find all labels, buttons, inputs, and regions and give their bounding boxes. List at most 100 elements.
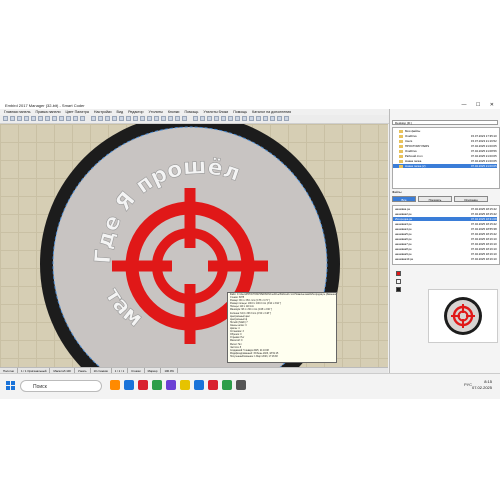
thread-color-swatch[interactable] <box>396 279 401 284</box>
taskbar-app-icon[interactable] <box>180 380 190 390</box>
toolbar-button[interactable] <box>235 116 240 121</box>
windows-start-icon[interactable] <box>6 381 15 390</box>
toolbar-button[interactable] <box>284 116 289 121</box>
taskbar-app-icon[interactable] <box>166 380 176 390</box>
toolbar-button[interactable] <box>193 116 198 121</box>
toolbar-button[interactable] <box>24 116 29 121</box>
design-canvas[interactable]: Где Я прошёл там Файл: C:\Users\ПРОСТОМУ… <box>0 124 388 367</box>
taskbar-search[interactable]: Поиск <box>20 380 102 392</box>
folder-tree-item[interactable]: Новая папка 07.02.2025 21:00:05 <box>393 159 497 163</box>
toolbar-button[interactable] <box>161 116 166 121</box>
toolbar-button[interactable] <box>270 116 275 121</box>
menu-item[interactable]: Правка панели <box>35 110 60 114</box>
menu-item[interactable]: Помощь <box>184 110 198 114</box>
toolbar-button[interactable] <box>221 116 226 121</box>
file-row[interactable]: нашивка8.pe 07.02.2025 18:16:10 <box>393 247 497 251</box>
taskbar-app-icon[interactable] <box>124 380 134 390</box>
file-row[interactable]: нашивка4.pe 07.02.2025 18:55:38 <box>393 227 497 231</box>
tab-files[interactable]: Файлы <box>392 189 498 195</box>
folder-tree-item[interactable]: OneDrive 15.07.2023 17:35:10 <box>393 134 497 138</box>
folder-tree-item[interactable]: Мои файлы <box>393 129 497 133</box>
file-list[interactable]: нашивка.pe 07.02.2025 18:15:42 нашивка2.pe… <box>392 205 500 265</box>
taskbar-app-icon[interactable] <box>236 380 246 390</box>
toolbar-button[interactable] <box>112 116 117 121</box>
toolbar-button[interactable] <box>207 116 212 121</box>
menu-item[interactable]: Главная панель <box>4 110 30 114</box>
menu-item[interactable]: Каталог на дополнения <box>252 110 291 114</box>
toolbar-button[interactable] <box>277 116 282 121</box>
file-row[interactable]: нашивка5.pe 07.02.2025 18:15:42 <box>393 232 497 236</box>
toolbar-button[interactable] <box>52 116 57 121</box>
file-row[interactable]: нашивка2.pe 07.02.2025 18:15:42 <box>393 212 497 216</box>
toolbar-button[interactable] <box>105 116 110 121</box>
taskbar-app-icon[interactable] <box>194 380 204 390</box>
menu-item[interactable]: Кнопки <box>168 110 180 114</box>
menu-item[interactable]: Цвет Палитра <box>66 110 89 114</box>
toolbar-button[interactable] <box>98 116 103 121</box>
toolbar-button[interactable] <box>91 116 96 121</box>
toolbar-button[interactable] <box>168 116 173 121</box>
all-button[interactable]: Все <box>392 196 416 202</box>
file-row[interactable]: Изгородка.pe 07.02.2025 18:31:08 <box>393 217 497 221</box>
toolbar-button[interactable] <box>66 116 71 121</box>
folder-tree[interactable]: Мои файлы OneDrive 15.07.2023 17:35:10 User… <box>392 127 500 189</box>
folder-tree-item[interactable]: Новая папка (2) 07.02.2025 21:00:05 <box>393 164 497 168</box>
toolbar-button[interactable] <box>200 116 205 121</box>
toolbar-button[interactable] <box>38 116 43 121</box>
toolbar-button[interactable] <box>80 116 85 121</box>
folder-tree-item[interactable]: OneDrive 07.02.2025 21:08:56 <box>393 149 497 153</box>
file-row[interactable]: нашивка9.pe 07.02.2025 18:16:10 <box>393 252 497 256</box>
folder-tree-item[interactable]: Users 15.07.2023 21:16:52 <box>393 139 497 143</box>
menu-item[interactable]: Редактор <box>128 110 143 114</box>
thread-color-swatch[interactable] <box>396 287 401 292</box>
toolbar-button[interactable] <box>133 116 138 121</box>
taskbar-app-icon[interactable] <box>110 380 120 390</box>
toolbar-button[interactable] <box>140 116 145 121</box>
toolbar-button[interactable] <box>154 116 159 121</box>
toolbar-button[interactable] <box>119 116 124 121</box>
file-row[interactable]: нашивка6.pe 07.02.2025 18:16:10 <box>393 237 497 241</box>
file-row[interactable]: нашивка.pe 07.02.2025 18:15:42 <box>393 207 497 211</box>
toolbar-button[interactable] <box>73 116 78 121</box>
toolbar-button[interactable] <box>147 116 152 121</box>
description-button[interactable]: Описание <box>454 196 488 202</box>
toolbar-button[interactable] <box>45 116 50 121</box>
taskbar-app-icon[interactable] <box>138 380 148 390</box>
taskbar-app-icon[interactable] <box>222 380 232 390</box>
menu-item[interactable]: Утилиты <box>149 110 163 114</box>
tooltip-line: Полученный/изменён: 1 Март 2023, 17:16:3… <box>230 355 278 358</box>
taskbar-clock[interactable]: 8:15 07.02.2025 <box>472 379 492 390</box>
thread-color-swatch[interactable] <box>396 271 401 276</box>
folder-tree-item[interactable]: ПРОСТОМУ PERS 07.02.2025 21:00:05 <box>393 144 497 148</box>
menu-item[interactable]: Настройки <box>94 110 112 114</box>
menu-item[interactable]: Утилиты блоки <box>203 110 228 114</box>
toolbar-button[interactable] <box>175 116 180 121</box>
file-row[interactable]: нашивка7.pe 07.02.2025 18:16:10 <box>393 242 497 246</box>
toolbar-button[interactable] <box>249 116 254 121</box>
toolbar-button[interactable] <box>256 116 261 121</box>
taskbar-app-icon[interactable] <box>208 380 218 390</box>
toolbar-button[interactable] <box>263 116 268 121</box>
language-indicator[interactable]: РУС <box>464 382 472 387</box>
show-button[interactable]: Показать <box>418 196 452 202</box>
toolbar-button[interactable] <box>126 116 131 121</box>
toolbar-button[interactable] <box>31 116 36 121</box>
file-row[interactable]: нашивка10.pe 07.02.2025 18:16:10 <box>393 257 497 261</box>
file-row[interactable]: нашивка3.pe 07.02.2025 18:15:42 <box>393 222 497 226</box>
path-dropdown[interactable]: Desktop (D:) <box>392 120 498 125</box>
toolbar-button[interactable] <box>214 116 219 121</box>
toolbar-button[interactable] <box>3 116 8 121</box>
toolbar-button[interactable] <box>59 116 64 121</box>
file-date: 07.02.2025 18:16:10 <box>471 247 497 251</box>
menu-item[interactable]: Помощь <box>233 110 247 114</box>
menu-item[interactable]: Вид <box>117 110 124 114</box>
toolbar-button[interactable] <box>17 116 22 121</box>
toolbar-button[interactable] <box>228 116 233 121</box>
toolbar-button[interactable] <box>182 116 187 121</box>
folder-tree-item[interactable]: Рабочий стол 07.02.2025 21:00:05 <box>393 154 497 158</box>
taskbar-app-icon[interactable] <box>152 380 162 390</box>
toolbar-button[interactable] <box>10 116 15 121</box>
file-date: 07.02.2025 18:15:42 <box>471 212 497 216</box>
toolbar-button[interactable] <box>242 116 247 121</box>
window-controls[interactable]: — ☐ ✕ <box>462 102 498 109</box>
